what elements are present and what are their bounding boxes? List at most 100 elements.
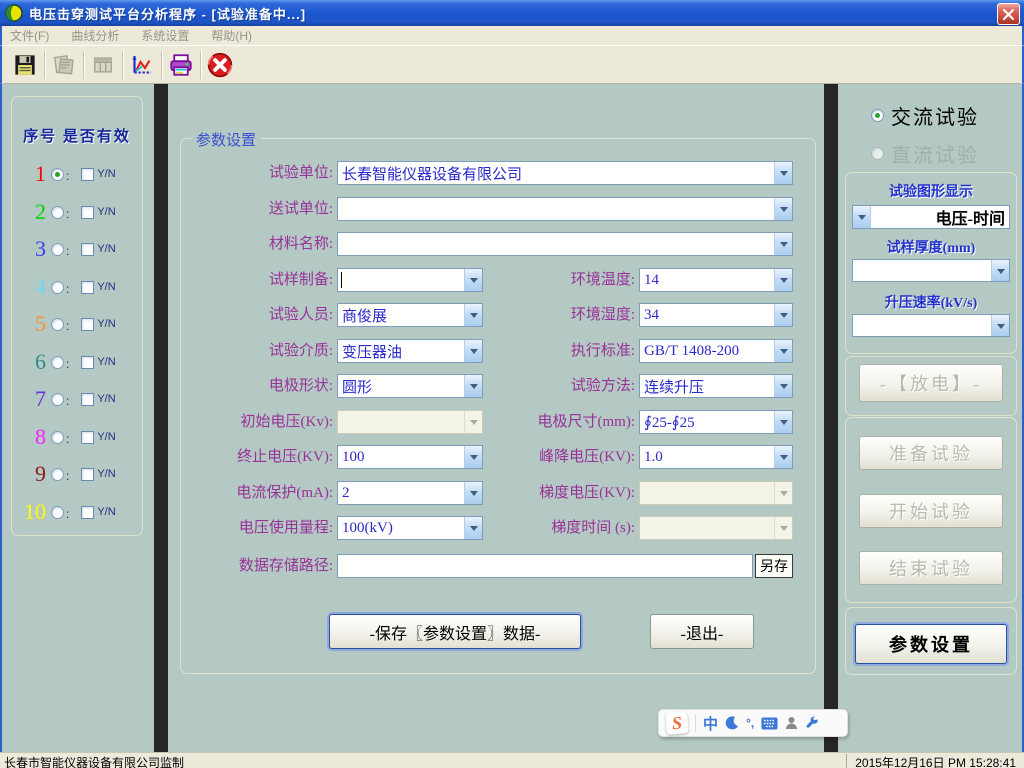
- material-name-combobox[interactable]: [337, 232, 793, 256]
- current-protection-combobox[interactable]: 2: [337, 481, 483, 505]
- colon-label: :: [66, 282, 69, 296]
- valid-checkbox-10[interactable]: [81, 506, 94, 519]
- chevron-down-icon[interactable]: [774, 375, 792, 397]
- ime-toolbar[interactable]: S 中 °,: [658, 709, 848, 737]
- voltage-range-combobox[interactable]: 100(kV): [337, 516, 483, 540]
- sequence-radio-2[interactable]: [51, 206, 64, 219]
- menu-system-settings[interactable]: 系统设置: [141, 27, 189, 44]
- method-combobox[interactable]: 连续升压: [639, 374, 793, 398]
- field-label-voltage-range: 电压使用量程:: [183, 516, 333, 540]
- chevron-down-icon[interactable]: [774, 446, 792, 468]
- wrench-icon[interactable]: [805, 716, 819, 730]
- chevron-down-icon[interactable]: [774, 269, 792, 291]
- chevron-down-icon[interactable]: [991, 260, 1009, 281]
- sequence-radio-5[interactable]: [51, 318, 64, 331]
- field-label-send-unit: 送试单位:: [183, 197, 333, 221]
- rate-combobox[interactable]: [852, 314, 1010, 337]
- close-button[interactable]: [997, 3, 1020, 25]
- ac-test-radio[interactable]: [871, 109, 884, 122]
- parameter-settings-button[interactable]: 参数设置: [855, 624, 1007, 664]
- env-temp-combobox[interactable]: 14: [639, 268, 793, 292]
- chevron-down-icon[interactable]: [464, 340, 482, 362]
- current-protection-value: 2: [338, 485, 464, 502]
- tester-combobox[interactable]: 商俊展: [337, 303, 483, 327]
- left-splitter[interactable]: [154, 84, 168, 752]
- moon-icon[interactable]: [725, 716, 739, 730]
- electrode-shape-combobox[interactable]: 圆形: [337, 374, 483, 398]
- chevron-down-icon[interactable]: [774, 233, 792, 255]
- chevron-down-icon[interactable]: [464, 446, 482, 468]
- ac-test-option[interactable]: 交流试验: [866, 101, 979, 130]
- sequence-radio-7[interactable]: [51, 393, 64, 406]
- chevron-down-icon[interactable]: [464, 269, 482, 291]
- right-splitter[interactable]: [824, 84, 838, 752]
- toolbar-separator: [122, 51, 123, 79]
- env-humidity-combobox[interactable]: 34: [639, 303, 793, 327]
- end-voltage-combobox[interactable]: 100: [337, 445, 483, 469]
- menu-curve-analysis[interactable]: 曲线分析: [71, 27, 119, 44]
- sequence-radio-1[interactable]: [51, 168, 64, 181]
- chevron-down-icon[interactable]: [774, 162, 792, 184]
- chevron-down-icon[interactable]: [991, 315, 1009, 336]
- chevron-down-icon[interactable]: [774, 340, 792, 362]
- yn-label: Y/N: [97, 206, 115, 218]
- sequence-radio-6[interactable]: [51, 356, 64, 369]
- menu-file[interactable]: 文件(F): [10, 27, 49, 44]
- person-icon[interactable]: [785, 716, 798, 730]
- chevron-down-icon[interactable]: [464, 517, 482, 539]
- save-params-button[interactable]: -保存〖参数设置〗数据-: [329, 614, 581, 649]
- valid-checkbox-2[interactable]: [81, 206, 94, 219]
- sequence-radio-10[interactable]: [51, 506, 64, 519]
- colon-label: :: [66, 244, 69, 258]
- electrode-size-combobox[interactable]: ∮25-∮25: [639, 410, 793, 434]
- chevron-down-icon[interactable]: [774, 304, 792, 326]
- data-path-input[interactable]: [337, 554, 753, 578]
- valid-checkbox-4[interactable]: [81, 281, 94, 294]
- chevron-down-icon[interactable]: [464, 482, 482, 504]
- send-unit-combobox[interactable]: [337, 197, 793, 221]
- valid-checkbox-7[interactable]: [81, 393, 94, 406]
- discharge-label: -【放电】-: [880, 370, 982, 396]
- peak-drop-voltage-combobox[interactable]: 1.0: [639, 445, 793, 469]
- chevron-down-icon[interactable]: [464, 304, 482, 326]
- sample-prep-combobox[interactable]: [337, 268, 483, 292]
- medium-combobox[interactable]: 变压器油: [337, 339, 483, 363]
- chevron-down-icon[interactable]: [774, 198, 792, 220]
- stop-button[interactable]: [203, 50, 237, 80]
- valid-checkbox-8[interactable]: [81, 431, 94, 444]
- keyboard-icon[interactable]: [761, 717, 778, 730]
- sogou-logo-icon[interactable]: S: [665, 711, 689, 735]
- chevron-down-icon[interactable]: [774, 411, 792, 433]
- end-test-button: 结束试验: [859, 551, 1003, 585]
- standard-combobox[interactable]: GB/T 1408-200: [639, 339, 793, 363]
- exit-button[interactable]: -退出-: [650, 614, 754, 649]
- sequence-number: 2: [20, 199, 46, 225]
- valid-checkbox-9[interactable]: [81, 468, 94, 481]
- valid-checkbox-6[interactable]: [81, 356, 94, 369]
- save-as-button[interactable]: 另存: [755, 554, 793, 578]
- colon-label: :: [66, 207, 69, 221]
- punctuation-toggle[interactable]: °,: [746, 716, 754, 730]
- chevron-down-icon[interactable]: [464, 375, 482, 397]
- test-unit-combobox[interactable]: 长春智能仪器设备有限公司: [337, 161, 793, 185]
- sequence-row-1: 1 : Y/N: [20, 159, 138, 189]
- thickness-combobox[interactable]: [852, 259, 1010, 282]
- valid-checkbox-5[interactable]: [81, 318, 94, 331]
- standard-value: GB/T 1408-200: [640, 343, 774, 360]
- sequence-radio-9[interactable]: [51, 468, 64, 481]
- ime-language-toggle[interactable]: 中: [703, 713, 718, 734]
- sequence-radio-4[interactable]: [51, 281, 64, 294]
- menu-help[interactable]: 帮助(H): [211, 27, 252, 44]
- sequence-radio-8[interactable]: [51, 431, 64, 444]
- valid-checkbox-3[interactable]: [81, 243, 94, 256]
- print-button[interactable]: [164, 50, 198, 80]
- toolbar-separator: [83, 51, 84, 79]
- chevron-down-icon: [774, 482, 792, 504]
- sequence-number: 5: [20, 311, 46, 337]
- save-button[interactable]: [8, 50, 42, 80]
- graph-display-combobox[interactable]: 电压-时间: [852, 205, 1010, 229]
- curve-chart-button[interactable]: [125, 50, 159, 80]
- sequence-radio-3[interactable]: [51, 243, 64, 256]
- valid-checkbox-1[interactable]: [81, 168, 94, 181]
- chevron-down-icon[interactable]: [853, 206, 871, 228]
